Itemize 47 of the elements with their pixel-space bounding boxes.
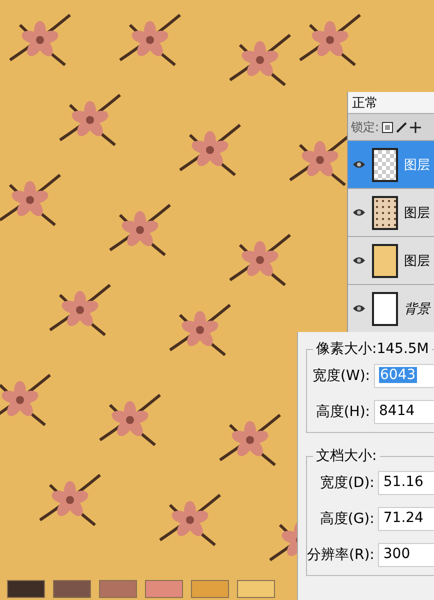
input-field[interactable]: 8414 — [374, 400, 434, 424]
field-label: 宽度(W): — [312, 367, 370, 385]
layer-row[interactable]: 图层 — [348, 236, 434, 284]
pattern-thumbnail — [372, 196, 398, 230]
layer-name: 图层 — [404, 204, 430, 222]
flower-drawing — [98, 394, 162, 446]
color-thumbnail — [372, 244, 398, 278]
flower-drawing — [118, 14, 182, 66]
flower-drawing — [228, 34, 292, 86]
eye-icon[interactable] — [352, 256, 366, 265]
group-title: 像素大小:145.5M — [315, 340, 430, 358]
flower-drawing — [8, 14, 72, 66]
layer-row[interactable]: 背景 — [348, 284, 434, 332]
move-icon[interactable] — [410, 122, 422, 132]
transparent-thumbnail — [372, 148, 398, 182]
flower-drawing — [0, 174, 62, 226]
blend-mode-dropdown[interactable]: 正常 — [348, 92, 434, 114]
input-field[interactable]: 51.16 — [378, 471, 434, 495]
input-field[interactable]: 300 — [378, 543, 434, 567]
field-label: 高度(G): — [320, 510, 374, 528]
background-thumbnail — [372, 292, 398, 326]
eye-icon[interactable] — [352, 304, 366, 313]
flower-drawing — [0, 374, 52, 426]
layer-name: 背景 — [404, 300, 430, 318]
field-label: 宽度(D): — [320, 474, 374, 492]
flower-drawing — [38, 474, 102, 526]
layer-name: 图层 — [404, 252, 430, 270]
layer-row[interactable]: 图层 — [348, 188, 434, 236]
eye-icon[interactable] — [352, 160, 366, 169]
flower-drawing — [298, 14, 362, 66]
flower-drawing — [58, 94, 122, 146]
field-label: 分辨率(R): — [307, 546, 374, 564]
flower-drawing — [228, 234, 292, 286]
eye-icon[interactable] — [352, 208, 366, 217]
flower-drawing — [158, 494, 222, 546]
field-label: 高度(H): — [316, 403, 370, 421]
group-title: 文档大小: — [315, 447, 378, 465]
layer-name: 图层 — [404, 156, 430, 174]
flower-drawing — [178, 124, 242, 176]
brush-icon[interactable] — [396, 122, 408, 132]
transparency-lock-icon[interactable] — [382, 122, 394, 132]
flower-drawing — [168, 304, 232, 356]
flower-drawing — [108, 204, 172, 256]
lock-label: 锁定: — [351, 118, 380, 136]
flower-drawing — [218, 414, 282, 466]
flower-drawing — [48, 284, 112, 336]
input-field[interactable]: 71.24 — [378, 507, 434, 531]
